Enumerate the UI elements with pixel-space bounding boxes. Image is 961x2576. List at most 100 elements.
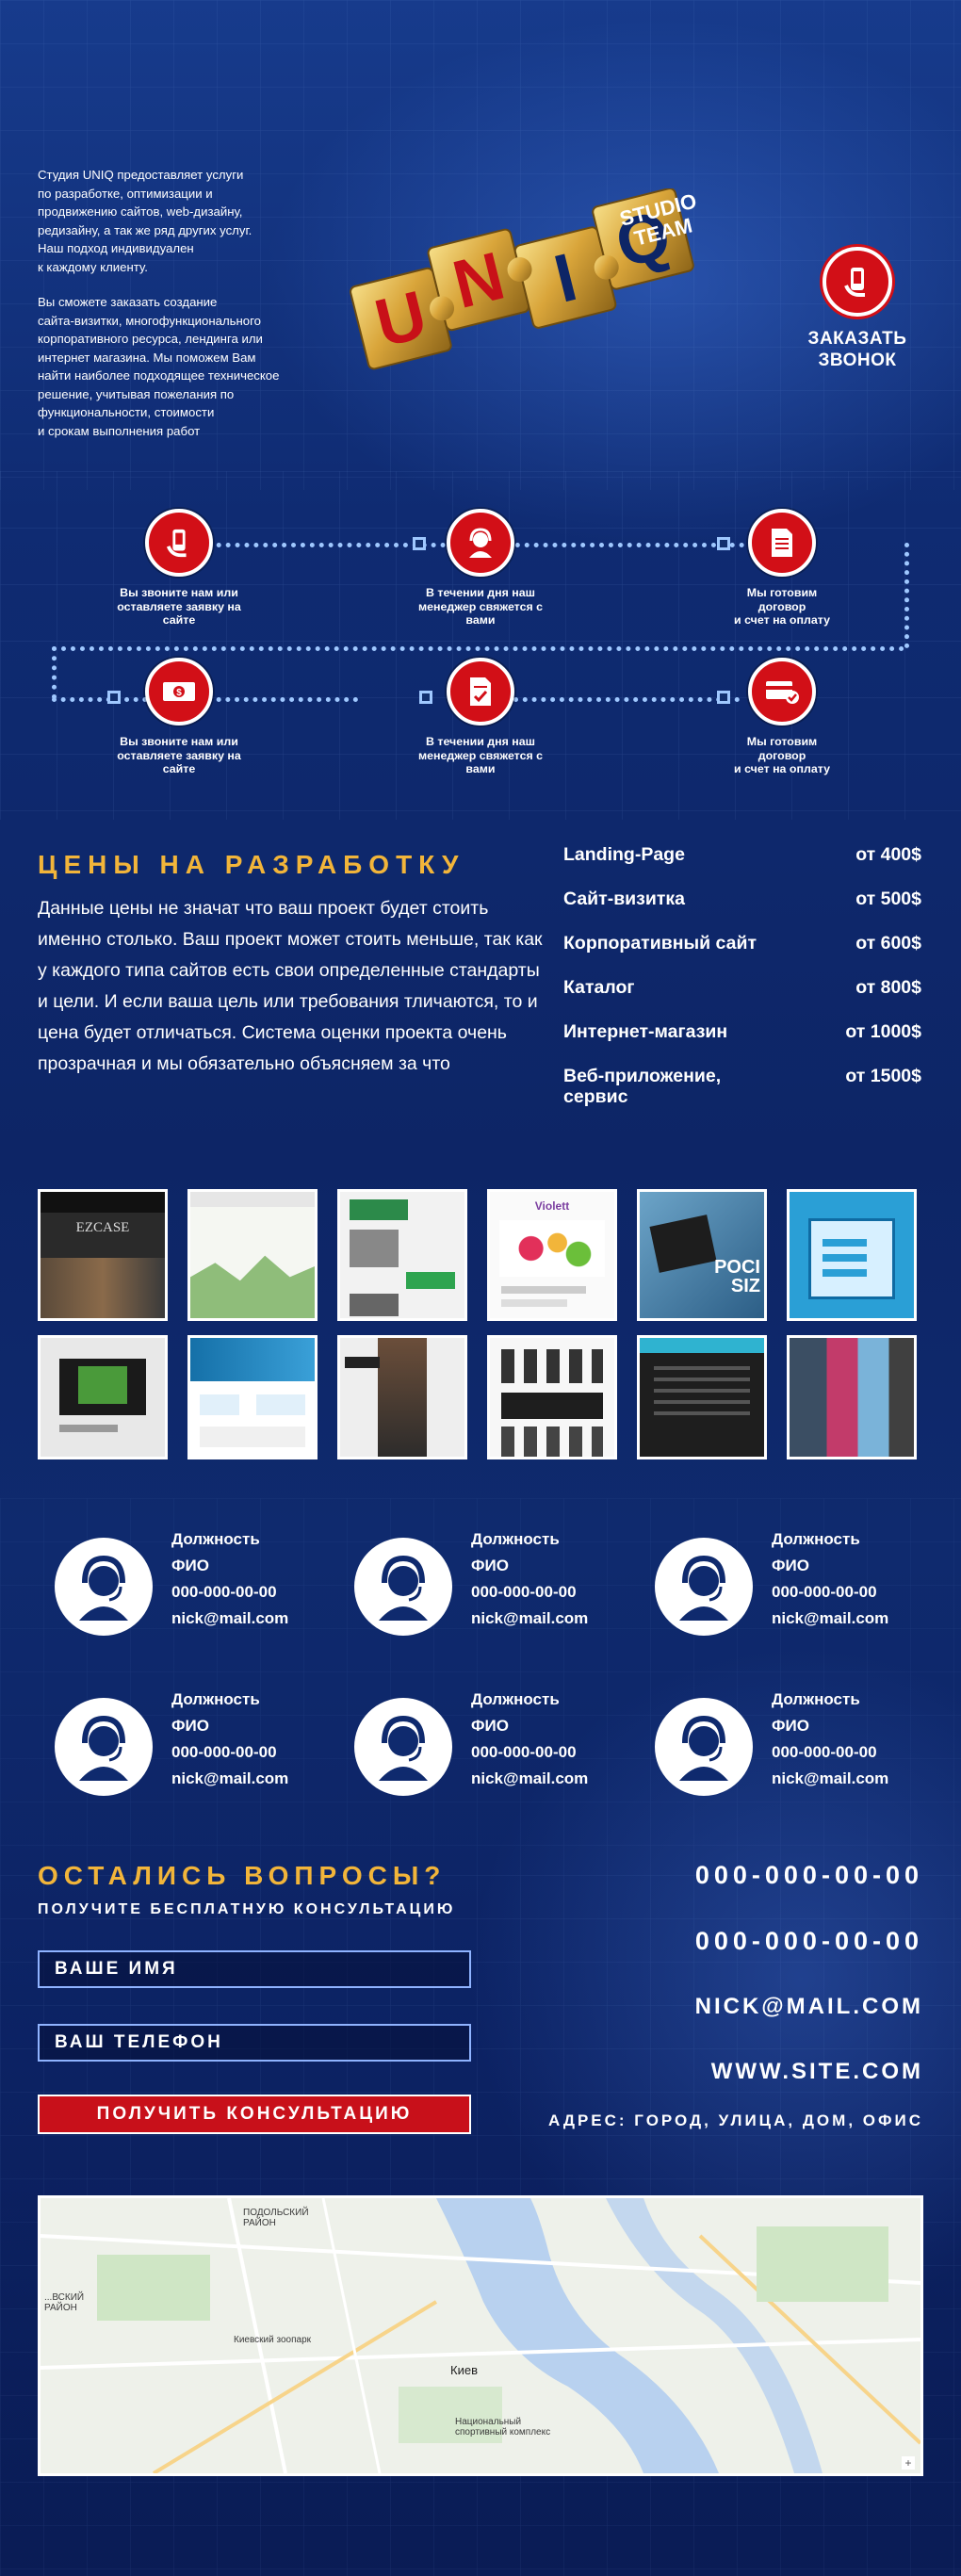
step-label: Мы готовим договор и счет на оплату: [734, 586, 830, 627]
step-label: В течении дня наш менеджер свяжется с ва…: [417, 735, 544, 775]
map-city-label: Киев: [450, 2363, 478, 2377]
member-name: ФИО: [772, 1717, 809, 1735]
contact-email[interactable]: NICK@MAIL.COM: [695, 1994, 923, 2020]
member-role: Должность: [772, 1530, 860, 1548]
team-member: Должность ФИО 000-000-00-00 nick@mail.co…: [38, 1687, 320, 1818]
price-row: Веб-приложение, сервис от 1500$: [563, 1066, 921, 1107]
pricing-title: ЦЕНЫ НА РАЗРАБОТКУ: [38, 850, 465, 879]
svg-text:$: $: [176, 688, 182, 698]
member-role: Должность: [171, 1690, 260, 1708]
order-call-button[interactable]: ЗАКАЗАТЬ ЗВОНОК: [796, 247, 919, 371]
team-member: Должность ФИО 000-000-00-00 nick@mail.co…: [337, 1526, 620, 1658]
member-info: Должность ФИО 000-000-00-00 nick@mail.co…: [471, 1526, 588, 1632]
team-member: Должность ФИО 000-000-00-00 nick@mail.co…: [638, 1526, 920, 1658]
phone-hand-icon: [823, 247, 892, 317]
price-name: Сайт-визитка: [563, 889, 686, 909]
order-call-label-line2: ЗВОНОК: [818, 351, 897, 370]
location-map[interactable]: ПОДОЛЬСКИЙ РАЙОН ...ВСКИЙ РАЙОН Киев Кие…: [38, 2195, 923, 2476]
price-value: от 600$: [855, 933, 921, 954]
member-email[interactable]: nick@mail.com: [772, 1766, 888, 1792]
member-name: ФИО: [772, 1557, 809, 1574]
contact-phone-1[interactable]: 000-000-00-00: [695, 1861, 923, 1890]
name-field[interactable]: ВАШЕ ИМЯ: [38, 1950, 471, 1988]
price-name: Корпоративный сайт: [563, 933, 757, 954]
member-email[interactable]: nick@mail.com: [471, 1766, 588, 1792]
member-email[interactable]: nick@mail.com: [471, 1606, 588, 1632]
price-value: от 1000$: [845, 1021, 921, 1042]
portfolio-thumb[interactable]: EZCASE: [38, 1189, 168, 1321]
order-call-label-line1: ЗАКАЗАТЬ: [807, 329, 907, 349]
member-role: Должность: [171, 1530, 260, 1548]
team-member: Должность ФИО 000-000-00-00 nick@mail.co…: [337, 1687, 620, 1818]
team-member: Должность ФИО 000-000-00-00 nick@mail.co…: [638, 1687, 920, 1818]
get-consultation-button[interactable]: ПОЛУЧИТЬ КОНСУЛЬТАЦИЮ: [38, 2095, 471, 2134]
portfolio-thumb[interactable]: [38, 1335, 168, 1459]
portfolio-thumb[interactable]: [337, 1189, 467, 1321]
portfolio-thumb[interactable]: [787, 1189, 917, 1321]
step-label: Мы готовим договор и счет на оплату: [734, 735, 830, 775]
price-value: от 800$: [855, 977, 921, 998]
intro-paragraph-1: Студия UNIQ предоставляет услуги по разр…: [38, 168, 252, 274]
step-5: В течении дня наш менеджер свяжется с ва…: [386, 658, 575, 776]
portfolio-thumb[interactable]: [787, 1335, 917, 1459]
portfolio-thumb[interactable]: [187, 1189, 318, 1321]
price-list: Landing-Page от 400$ Сайт-визитка от 500$ …: [563, 844, 921, 1131]
price-name: Каталог: [563, 977, 635, 998]
portfolio-thumb[interactable]: [637, 1335, 767, 1459]
member-role: Должность: [471, 1530, 560, 1548]
member-phone: 000-000-00-00: [171, 1743, 277, 1761]
price-name: Интернет-магазин: [563, 1021, 728, 1042]
questions-title: ОСТАЛИСЬ ВОПРОСЫ?: [38, 1861, 447, 1890]
step-label: Вы звоните нам или оставляете заявку на …: [117, 735, 241, 775]
team-section: Должность ФИО 000-000-00-00 nick@mail.co…: [0, 1526, 961, 1847]
price-value: от 500$: [855, 889, 921, 909]
member-info: Должность ФИО 000-000-00-00 nick@mail.co…: [471, 1687, 588, 1792]
portfolio-thumb[interactable]: [487, 1335, 617, 1459]
member-phone: 000-000-00-00: [772, 1583, 877, 1601]
intro-paragraph-2: Вы сможете заказать создание сайта-визит…: [38, 295, 280, 438]
contact-address: АДРЕС: ГОРОД, УЛИЦА, ДОМ, ОФИС: [547, 2111, 923, 2129]
pricing-description: Данные цены не значат что ваш проект буд…: [38, 898, 543, 1074]
portfolio-grid: EZCASE Violett POCI SIZ: [0, 1161, 961, 1481]
member-info: Должность ФИО 000-000-00-00 nick@mail.co…: [171, 1687, 288, 1792]
member-phone: 000-000-00-00: [772, 1743, 877, 1761]
member-email[interactable]: nick@mail.com: [171, 1606, 288, 1632]
step-4: $ Вы звоните нам или оставляете заявку н…: [85, 658, 273, 776]
member-role: Должность: [471, 1690, 560, 1708]
price-row: Корпоративный сайт от 600$: [563, 933, 921, 954]
contact-site[interactable]: WWW.SITE.COM: [711, 2059, 923, 2085]
landing-page: Студия UNIQ предоставляет услуги по разр…: [0, 0, 961, 2576]
map-place-label: Киевский зоопарк: [234, 2335, 312, 2345]
price-name: Веб-приложение, сервис: [563, 1066, 722, 1107]
price-name: Landing-Page: [563, 844, 685, 865]
portfolio-thumb[interactable]: POCI SIZ: [637, 1189, 767, 1321]
operator-avatar-icon: [655, 1698, 753, 1796]
uniq-logo: U N I Q STUDIOTEAM: [339, 187, 716, 405]
operator-avatar-icon: [354, 1698, 452, 1796]
portfolio-thumb[interactable]: Violett: [487, 1189, 617, 1321]
member-name: ФИО: [171, 1717, 209, 1735]
phone-field[interactable]: ВАШ ТЕЛЕФОН: [38, 2024, 471, 2062]
member-name: ФИО: [471, 1557, 509, 1574]
portfolio-thumb[interactable]: [337, 1335, 467, 1459]
member-phone: 000-000-00-00: [471, 1743, 577, 1761]
price-value: от 400$: [855, 844, 921, 865]
order-call-label: ЗАКАЗАТЬ ЗВОНОК: [796, 328, 919, 371]
member-phone: 000-000-00-00: [471, 1583, 577, 1601]
document-icon: [748, 509, 816, 577]
operator-avatar-icon: [55, 1698, 153, 1796]
member-email[interactable]: nick@mail.com: [772, 1606, 888, 1632]
contact-phone-2[interactable]: 000-000-00-00: [695, 1927, 923, 1956]
member-email[interactable]: nick@mail.com: [171, 1766, 288, 1792]
member-name: ФИО: [171, 1557, 209, 1574]
operator-avatar-icon: [655, 1538, 753, 1636]
member-name: ФИО: [471, 1717, 509, 1735]
intro-text: Студия UNIQ предоставляет услуги по разр…: [38, 166, 320, 457]
contract-check-icon: [447, 658, 514, 726]
connector-line: [52, 646, 904, 651]
portfolio-thumb[interactable]: [187, 1335, 318, 1459]
operator-icon: [447, 509, 514, 577]
price-value: от 1500$: [845, 1066, 921, 1086]
map-place-label: Национальный спортивный комплекс: [455, 2417, 551, 2437]
map-zoom-icon[interactable]: +: [902, 2456, 915, 2470]
